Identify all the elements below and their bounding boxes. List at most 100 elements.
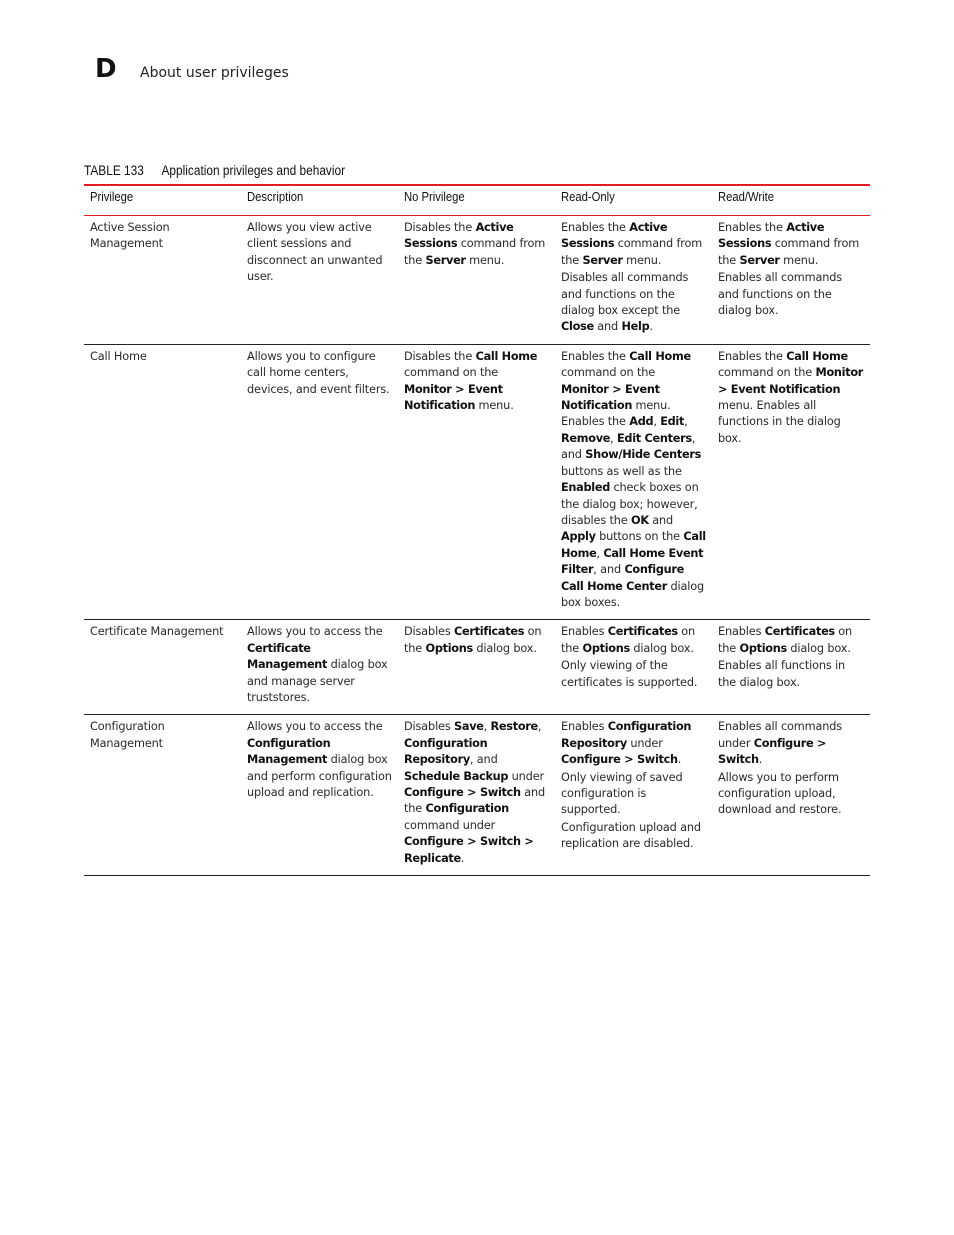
- privileges-table: Privilege Description No Privilege Read-…: [84, 184, 870, 876]
- cell-text: , and: [593, 563, 625, 577]
- ui-term: OK: [631, 513, 649, 527]
- read-write-cell: Enables the Active Sessions command from…: [712, 216, 870, 345]
- no-privilege-cell: Disables Certificates on the Options dia…: [398, 620, 555, 715]
- ui-term: Call Home: [475, 349, 538, 363]
- privilege-cell: Configuration Management: [84, 715, 241, 876]
- ui-term: Options: [425, 641, 474, 655]
- cell-paragraph: Enables all commands and functions on th…: [718, 270, 864, 319]
- description-cell: Allows you view active client sessions a…: [241, 216, 398, 345]
- read-only-cell: Enables the Active Sessions command from…: [555, 216, 712, 345]
- cell-paragraph: Only viewing of the certificates is supp…: [561, 658, 706, 691]
- read-write-cell: Enables all commands under Configure > S…: [712, 715, 870, 876]
- description-cell: Allows you to access the Configuration M…: [241, 715, 398, 876]
- privilege-cell: Active Session Management: [84, 216, 241, 345]
- cell-text: menu.: [779, 253, 819, 267]
- cell-text: under: [508, 769, 544, 783]
- description-cell: Allows you to access the Certificate Man…: [241, 620, 398, 715]
- ui-term: Options: [582, 641, 631, 655]
- ui-term: Server: [582, 253, 623, 267]
- privilege-cell: Certificate Management: [84, 620, 241, 715]
- table-caption-text: Application privileges and behavior: [161, 163, 346, 178]
- column-header-read-write: Read/Write: [718, 190, 775, 204]
- cell-text: Enables all commands and functions on th…: [718, 271, 843, 318]
- cell-paragraph: Enables Certificates on the Options dial…: [718, 624, 864, 657]
- ui-term: Save: [454, 720, 484, 734]
- ui-term: Configuration Management: [247, 736, 331, 767]
- cell-text: .: [677, 753, 682, 767]
- cell-paragraph: Enables the Call Home command on the Mon…: [718, 349, 864, 447]
- no-privilege-cell: Disables the Active Sessions command fro…: [398, 216, 555, 345]
- cell-text: buttons as well as the: [561, 464, 682, 478]
- read-write-cell: Enables Certificates on the Options dial…: [712, 620, 870, 715]
- cell-text: Allows you view active client sessions a…: [247, 221, 383, 284]
- cell-text: dialog box.: [472, 641, 537, 655]
- cell-text: dialog box.: [629, 641, 694, 655]
- cell-text: Allows you to configure call home center…: [247, 349, 390, 396]
- description-cell: Allows you to configure call home center…: [241, 344, 398, 620]
- cell-text: buttons on the: [595, 530, 684, 544]
- no-privilege-cell: Disables the Call Home command on the Mo…: [398, 344, 555, 620]
- ui-term: Configure > Switch: [404, 786, 521, 799]
- cell-text: Enables the: [561, 349, 630, 363]
- ui-term: Edit: [660, 415, 685, 429]
- cell-text: .: [649, 320, 653, 334]
- cell-text: Configuration Management: [90, 720, 165, 750]
- ui-term: Configure > Switch > Replicate: [404, 835, 534, 865]
- cell-paragraph: Call Home: [90, 349, 235, 365]
- cell-text: ,: [537, 720, 542, 734]
- cell-text: ,: [610, 431, 618, 445]
- privilege-cell: Call Home: [84, 344, 241, 620]
- ui-term: Server: [425, 253, 466, 267]
- table-row: Call Home Allows you to configure call ho…: [84, 344, 870, 620]
- cell-text: Allows you to access the: [247, 720, 383, 734]
- table-row: Configuration Management Allows you to ac…: [84, 715, 870, 876]
- cell-paragraph: Active Session Management: [90, 220, 235, 253]
- no-privilege-cell: Disables Save, Restore, Configuration Re…: [398, 715, 555, 876]
- cell-text: menu. Enables all functions in the dialo…: [718, 399, 841, 445]
- table-row: Certificate Management Allows you to acce…: [84, 620, 870, 715]
- table-header-row: Privilege Description No Privilege Read-…: [84, 185, 870, 216]
- cell-text: menu.: [475, 399, 514, 413]
- cell-paragraph: Allows you to access the Configuration M…: [247, 719, 392, 801]
- cell-text: and: [593, 320, 622, 334]
- table-number: TABLE 133: [84, 163, 144, 178]
- cell-paragraph: Disables the Active Sessions command fro…: [404, 220, 549, 269]
- table-row: Active Session Management Allows you view…: [84, 216, 870, 345]
- cell-paragraph: Certificate Management: [90, 624, 235, 640]
- table-caption: TABLE 133 Application privileges and beha…: [84, 163, 345, 178]
- table-body: Active Session Management Allows you view…: [84, 216, 870, 876]
- cell-paragraph: Only viewing of saved configuration is s…: [561, 770, 706, 819]
- ui-term: Remove: [561, 431, 611, 445]
- cell-text: Allows you to perform configuration uplo…: [718, 770, 842, 817]
- cell-text: under: [626, 736, 663, 750]
- ui-term: Add: [629, 415, 654, 429]
- ui-term: Certificates: [764, 625, 835, 639]
- ui-term: Edit Centers: [617, 431, 692, 445]
- cell-text: Enables the: [561, 221, 630, 234]
- cell-text: Enables: [561, 625, 608, 639]
- cell-paragraph: Enables all functions in the dialog box.: [718, 658, 864, 691]
- cell-text: , and: [469, 753, 498, 767]
- cell-text: menu.: [465, 253, 505, 267]
- cell-text: Enables: [561, 720, 608, 734]
- cell-paragraph: Enables the Active Sessions command from…: [561, 220, 706, 269]
- read-only-cell: Enables Certificates on the Options dial…: [555, 620, 712, 715]
- cell-paragraph: Enables all commands under Configure > S…: [718, 719, 864, 768]
- cell-paragraph: Allows you to configure call home center…: [247, 349, 392, 398]
- cell-text: dialog box.: [786, 641, 851, 655]
- ui-term: Options: [739, 641, 788, 655]
- cell-text: ,: [483, 720, 491, 734]
- cell-text: Allows you to access the: [247, 625, 383, 639]
- ui-term: Close: [561, 320, 594, 334]
- cell-text: ,: [684, 415, 688, 429]
- cell-text: Configuration upload and replication are…: [561, 820, 701, 851]
- cell-paragraph: Enables the Call Home command on the Mon…: [561, 349, 706, 612]
- ui-term: Show/Hide Centers: [585, 448, 702, 462]
- column-header-read-only: Read-Only: [561, 190, 615, 204]
- ui-term: Certificate Management: [247, 641, 328, 672]
- read-only-cell: Enables the Call Home command on the Mon…: [555, 344, 712, 620]
- appendix-letter: D: [95, 54, 117, 84]
- cell-text: command on the: [718, 366, 816, 380]
- cell-text: .: [758, 753, 763, 767]
- column-header-privilege: Privilege: [90, 190, 134, 204]
